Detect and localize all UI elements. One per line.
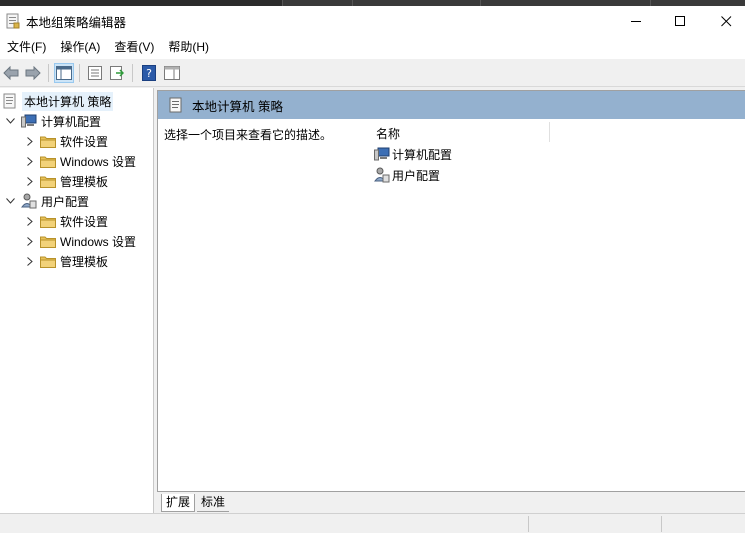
toolbar-separator [48,64,49,82]
computer-icon [374,147,390,161]
console-tree: 本地计算机 策略 计算机配置 软件设置 Windows 设置 管理模板 用户配置… [0,88,154,513]
item-list [360,136,745,491]
policy-document-icon [169,97,182,113]
list-item-label: 计算机配置 [392,147,453,162]
properties-icon [88,66,102,80]
status-separator [528,516,529,532]
tree-item-label: 管理模板 [60,254,109,269]
user-icon [21,193,37,209]
description-text: 选择一个项目来查看它的描述。 [164,128,333,142]
tree-item-computer-windows-settings[interactable]: Windows 设置 [24,151,136,171]
view-tabs: 扩展 标准 [157,491,745,513]
chevron-down-icon[interactable] [4,195,16,207]
folder-icon [40,253,56,269]
maximize-icon [674,15,685,26]
svg-text:?: ? [146,67,152,80]
help-button[interactable]: ? [139,63,159,83]
computer-icon [21,113,37,129]
detail-pane: 本地计算机 策略 选择一个项目来查看它的描述。 名称 计算机配置 用户配置 [157,90,745,491]
user-icon [374,167,390,183]
detail-header-title: 本地计算机 策略 [192,99,283,114]
forward-arrow-icon [25,66,41,80]
folder-icon [40,133,56,149]
close-button[interactable] [703,6,745,36]
list-item-computer-config[interactable]: 计算机配置 [374,144,452,164]
tree-item-user-admin-templates[interactable]: 管理模板 [24,251,108,271]
tab-standard[interactable]: 标准 [197,494,230,512]
menu-bar: 文件(F) 操作(A) 查看(V) 帮助(H) [0,36,745,59]
tree-item-root[interactable]: 本地计算机 策略 [2,91,114,111]
tree-item-label: Windows 设置 [60,234,137,249]
close-icon [720,15,731,26]
column-separator[interactable] [549,122,550,142]
tab-extended[interactable]: 扩展 [161,494,196,512]
export-list-button[interactable] [107,63,127,83]
group-policy-app-icon [6,13,20,29]
tree-item-label: 用户配置 [41,194,90,209]
show-action-pane-icon [164,66,180,80]
detail-body: 选择一个项目来查看它的描述。 名称 计算机配置 用户配置 [158,119,745,491]
column-header-name[interactable]: 名称 [376,125,400,142]
folder-icon [40,153,56,169]
show-hide-console-tree-icon [56,66,72,80]
tree-item-label: 本地计算机 策略 [22,91,114,111]
toolbar-separator [79,64,80,82]
tree-item-user-windows-settings[interactable]: Windows 设置 [24,231,136,251]
tree-item-label: Windows 设置 [60,154,137,169]
folder-icon [40,233,56,249]
tree-item-label: 软件设置 [60,134,109,149]
status-bar [0,513,745,533]
detail-header: 本地计算机 策略 [158,91,745,119]
chevron-right-icon[interactable] [24,175,36,187]
folder-icon [40,213,56,229]
tree-item-label: 计算机配置 [41,114,102,129]
window-title: 本地组策略编辑器 [26,15,127,30]
list-item-label: 用户配置 [392,168,441,183]
help-icon: ? [142,65,156,81]
toolbar: ? [0,59,745,87]
toolbar-separator [132,64,133,82]
show-action-pane-button[interactable] [162,63,182,83]
show-hide-console-tree-button[interactable] [54,63,74,83]
tree-item-computer-config[interactable]: 计算机配置 [4,111,101,131]
tree-item-user-software-settings[interactable]: 软件设置 [24,211,108,231]
chevron-right-icon[interactable] [24,215,36,227]
minimize-icon [630,20,641,22]
menu-view[interactable]: 查看(V) [107,36,161,59]
policy-document-icon [2,93,18,109]
folder-icon [40,173,56,189]
menu-help[interactable]: 帮助(H) [161,36,216,59]
properties-button[interactable] [85,63,105,83]
chevron-right-icon[interactable] [24,235,36,247]
back-button[interactable] [1,63,21,83]
maximize-button[interactable] [657,6,703,36]
chevron-down-icon[interactable] [4,115,16,127]
minimize-button[interactable] [613,6,659,36]
forward-button[interactable] [23,63,43,83]
tree-item-computer-software-settings[interactable]: 软件设置 [24,131,108,151]
tree-item-user-config[interactable]: 用户配置 [4,191,89,211]
status-separator [661,516,662,532]
list-item-user-config[interactable]: 用户配置 [374,165,440,185]
chevron-right-icon[interactable] [24,155,36,167]
tree-item-label: 软件设置 [60,214,109,229]
title-bar[interactable]: 本地组策略编辑器 [0,6,745,36]
menu-action[interactable]: 操作(A) [53,36,107,59]
tree-item-label: 管理模板 [60,174,109,189]
export-list-icon [110,66,124,80]
tree-item-computer-admin-templates[interactable]: 管理模板 [24,171,108,191]
chevron-right-icon[interactable] [24,135,36,147]
chevron-right-icon[interactable] [24,255,36,267]
back-arrow-icon [3,66,19,80]
menu-file[interactable]: 文件(F) [0,36,53,59]
